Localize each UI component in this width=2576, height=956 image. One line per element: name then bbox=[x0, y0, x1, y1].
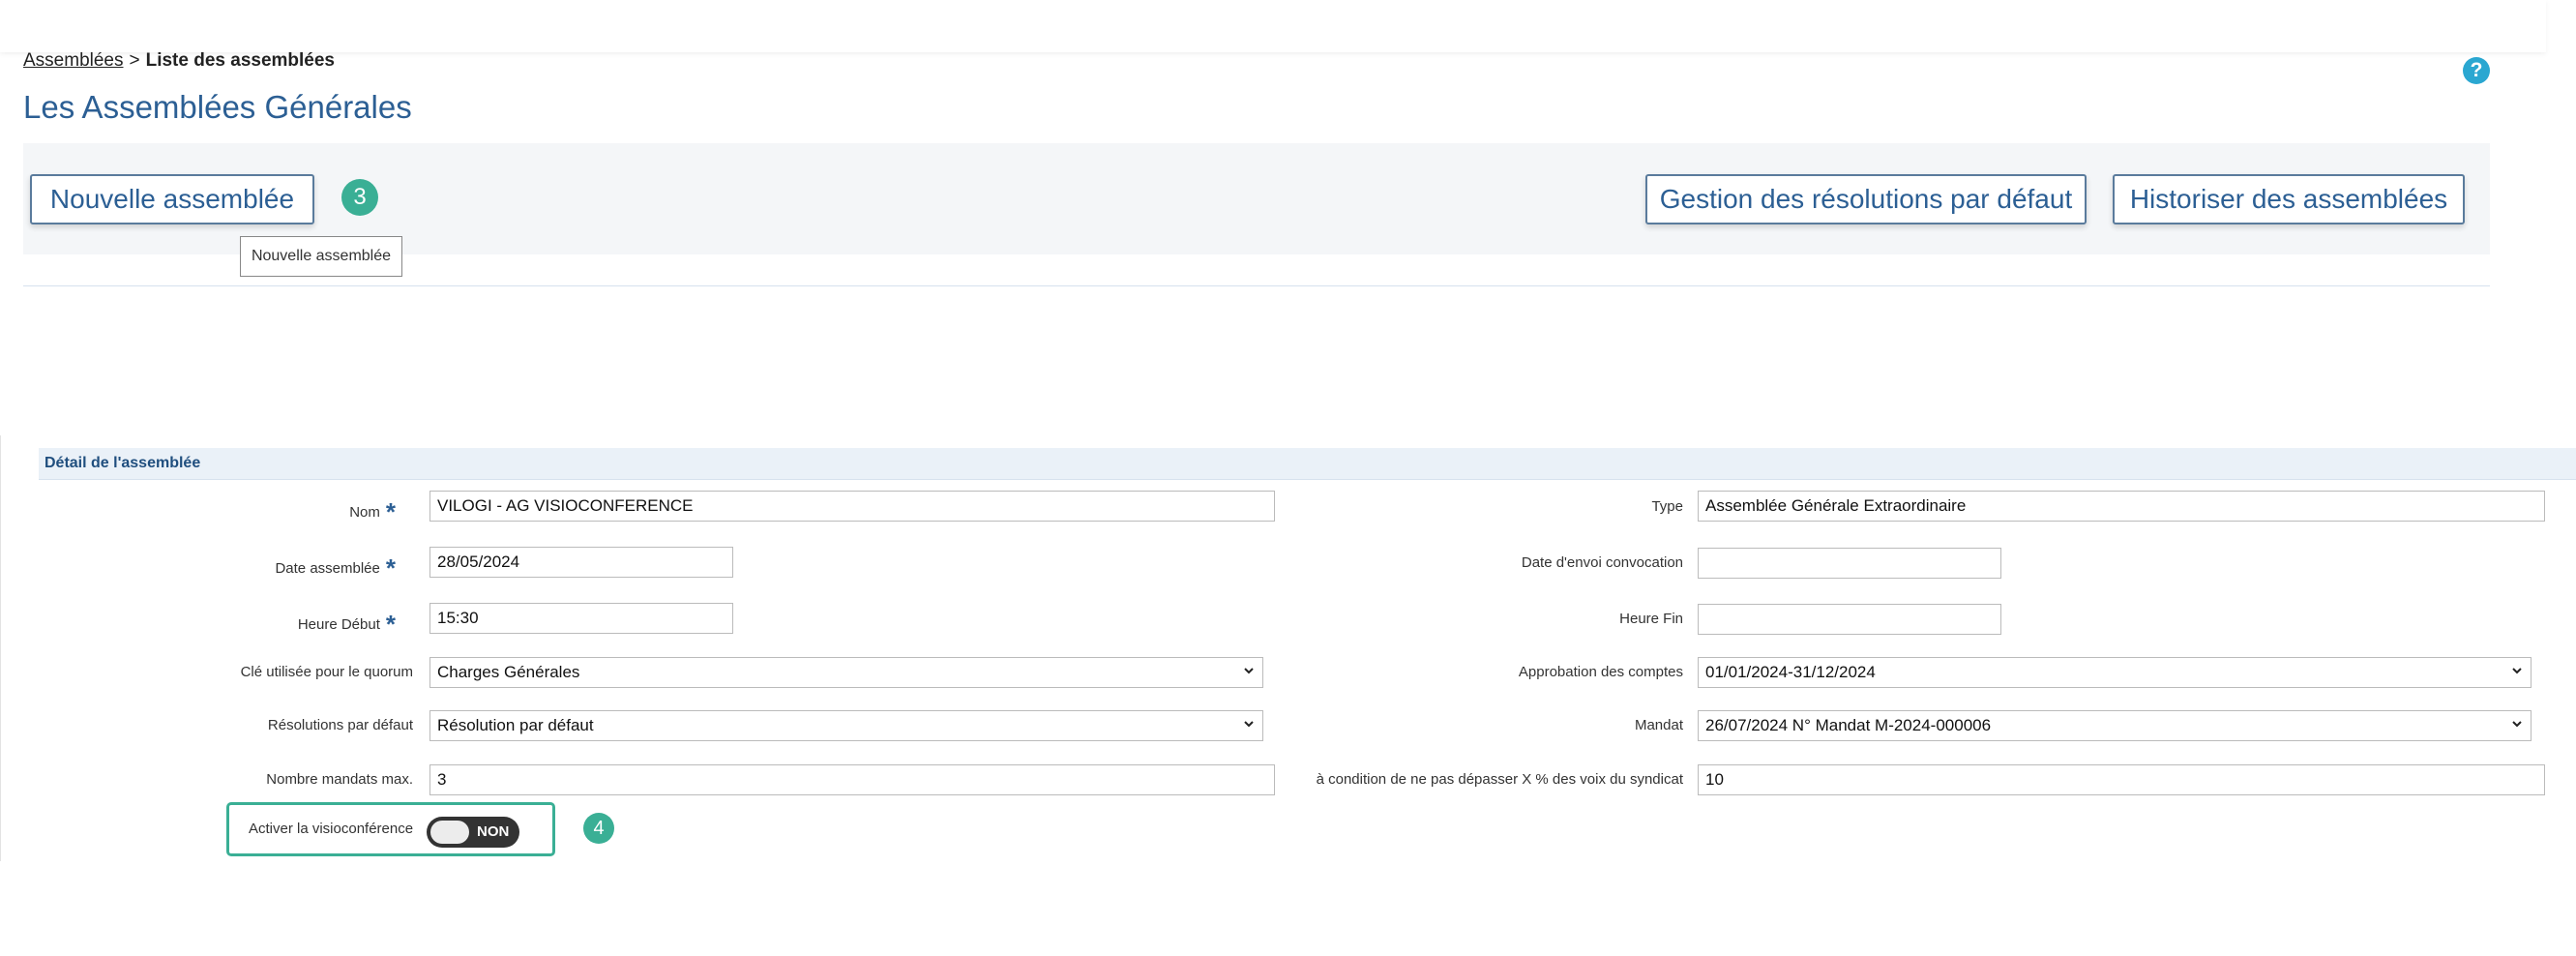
video-conference-toggle[interactable]: NON bbox=[427, 817, 519, 848]
section-header: Détail de l'assemblée bbox=[39, 448, 2576, 480]
nom-label-text: Nom bbox=[349, 504, 380, 521]
end-time-label: Heure Fin bbox=[1619, 611, 1683, 627]
page: Assemblées > Liste des assemblées ? Les As… bbox=[0, 0, 2576, 956]
default-resolutions-value: Résolution par défaut bbox=[437, 716, 594, 734]
step-badge-4: 4 bbox=[583, 813, 614, 844]
max-mandates-input[interactable]: 3 bbox=[429, 764, 1275, 795]
accounts-approval-value: 01/01/2024-31/12/2024 bbox=[1705, 663, 1876, 681]
convocation-date-label: Date d'envoi convocation bbox=[1521, 554, 1683, 571]
breadcrumb-link-assemblees[interactable]: Assemblées bbox=[23, 50, 124, 71]
end-time-input[interactable] bbox=[1698, 604, 2001, 635]
default-resolutions-button[interactable]: Gestion des résolutions par défaut bbox=[1645, 174, 2087, 224]
new-assembly-tooltip: Nouvelle assemblée bbox=[240, 236, 402, 277]
video-conference-box: Activer la visioconférence NON bbox=[226, 802, 555, 856]
date-input[interactable]: 28/05/2024 bbox=[429, 547, 733, 578]
accounts-approval-select[interactable]: 01/01/2024-31/12/2024 bbox=[1698, 657, 2532, 688]
required-marker: * bbox=[385, 610, 396, 639]
start-time-label-text: Heure Début bbox=[297, 616, 380, 633]
start-time-label: Heure Début * bbox=[298, 610, 396, 640]
divider bbox=[23, 285, 2490, 286]
type-label: Type bbox=[1651, 498, 1683, 515]
date-label: Date assemblée * bbox=[275, 553, 396, 583]
chevron-down-icon bbox=[1244, 721, 1254, 728]
convocation-date-input[interactable] bbox=[1698, 548, 2001, 579]
quorum-key-label: Clé utilisée pour le quorum bbox=[240, 664, 413, 680]
required-marker: * bbox=[385, 497, 396, 526]
new-assembly-button[interactable]: Nouvelle assemblée bbox=[30, 174, 314, 224]
archive-assemblies-button[interactable]: Historiser des assemblées bbox=[2113, 174, 2465, 224]
mandate-value: 26/07/2024 N° Mandat M-2024-000006 bbox=[1705, 716, 1992, 734]
quorum-key-select[interactable]: Charges Générales bbox=[429, 657, 1263, 688]
breadcrumb-separator: > bbox=[129, 50, 140, 71]
breadcrumb: Assemblées > Liste des assemblées bbox=[23, 50, 335, 72]
toggle-knob bbox=[430, 821, 469, 844]
chevron-down-icon bbox=[2512, 721, 2522, 728]
mandate-label: Mandat bbox=[1634, 717, 1683, 733]
nom-input[interactable]: VILOGI - AG VISIOCONFERENCE bbox=[429, 491, 1275, 522]
max-mandates-label: Nombre mandats max. bbox=[266, 771, 413, 788]
nom-label: Nom * bbox=[349, 497, 396, 527]
default-resolutions-select[interactable]: Résolution par défaut bbox=[429, 710, 1263, 741]
step-badge-3: 3 bbox=[341, 179, 378, 216]
accounts-approval-label: Approbation des comptes bbox=[1518, 664, 1683, 680]
video-conference-label: Activer la visioconférence bbox=[249, 821, 414, 837]
chevron-down-icon bbox=[2512, 668, 2522, 674]
help-icon[interactable]: ? bbox=[2463, 57, 2490, 84]
vote-limit-input[interactable]: 10 bbox=[1698, 764, 2545, 795]
start-time-input[interactable]: 15:30 bbox=[429, 603, 733, 634]
required-marker: * bbox=[385, 553, 396, 583]
quorum-key-value: Charges Générales bbox=[437, 663, 580, 681]
breadcrumb-current: Liste des assemblées bbox=[145, 50, 335, 71]
mandate-select[interactable]: 26/07/2024 N° Mandat M-2024-000006 bbox=[1698, 710, 2532, 741]
default-resolutions-label: Résolutions par défaut bbox=[267, 717, 413, 733]
date-label-text: Date assemblée bbox=[275, 560, 380, 577]
section-title: Détail de l'assemblée bbox=[44, 455, 201, 471]
top-bar bbox=[0, 0, 2546, 52]
type-input[interactable]: Assemblée Générale Extraordinaire bbox=[1698, 491, 2545, 522]
toggle-state: NON bbox=[477, 823, 510, 840]
chevron-down-icon bbox=[1244, 668, 1254, 674]
page-title: Les Assemblées Générales bbox=[23, 89, 412, 125]
vote-limit-label: à condition de ne pas dépasser X % des v… bbox=[1316, 771, 1683, 788]
